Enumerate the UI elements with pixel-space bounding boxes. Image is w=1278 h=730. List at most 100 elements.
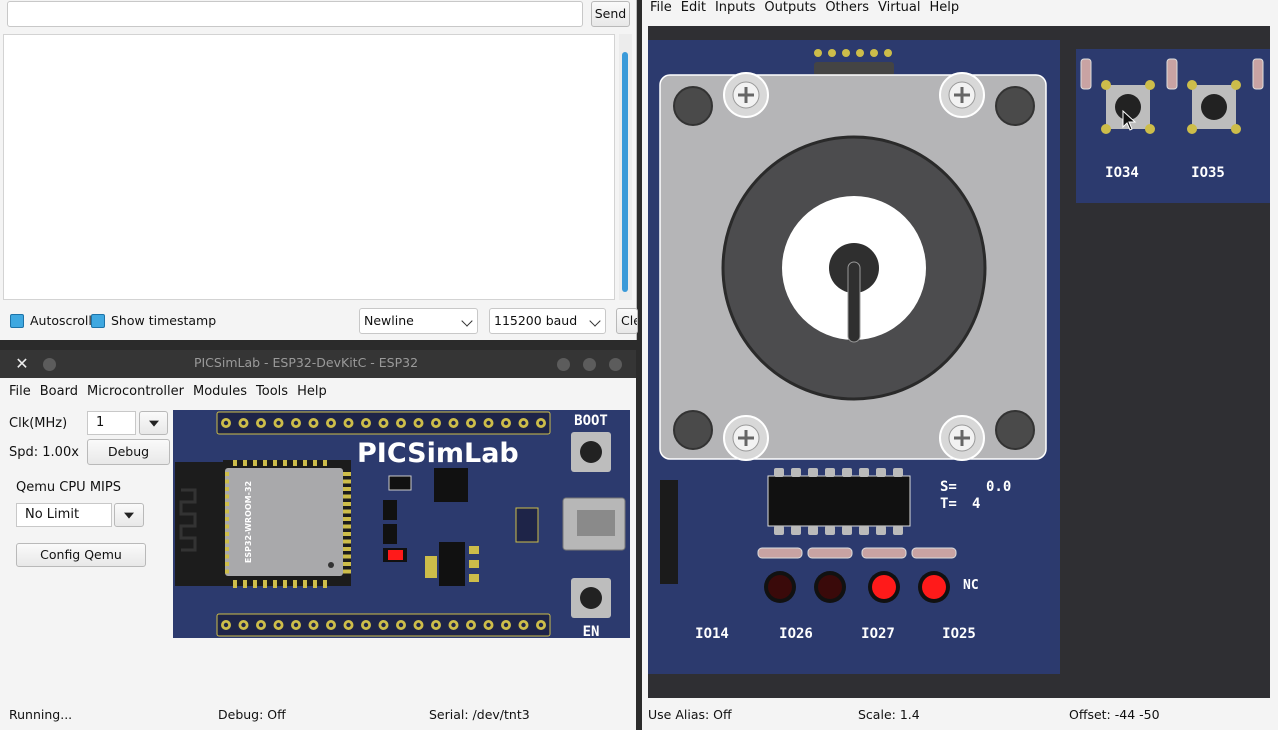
baud-rate-select[interactable]: 115200 baud <box>489 308 606 334</box>
module-pad <box>225 502 229 506</box>
usb-port <box>577 510 615 536</box>
led <box>872 575 896 599</box>
menu-microcontroller[interactable]: Microcontroller <box>87 384 184 399</box>
chip-pin <box>876 526 886 535</box>
module-pad <box>243 460 247 466</box>
side-connector <box>660 480 678 584</box>
module-pad <box>225 479 229 484</box>
pin-label: IO14 <box>695 626 729 642</box>
header-pin-hole <box>223 420 229 426</box>
line-ending-value: Newline <box>364 313 414 328</box>
menu-outputs[interactable]: Outputs <box>764 0 816 15</box>
module-pad <box>225 472 229 476</box>
maximize-icon[interactable] <box>583 358 596 371</box>
line-ending-select[interactable]: Newline <box>359 308 478 334</box>
esp32-devkitc-board[interactable]: ESP32-WROOM-32 PICSimLab BOOT EN <box>173 410 630 638</box>
menu-help[interactable]: Help <box>930 0 960 15</box>
close-dot-icon[interactable] <box>609 358 622 371</box>
power-led <box>388 550 403 560</box>
module-pad <box>343 547 351 551</box>
module-pad <box>343 509 351 514</box>
dropdown-arrow-icon <box>148 420 159 427</box>
pin1-dot <box>328 562 334 568</box>
status-running: Running... <box>9 707 73 722</box>
module-pad <box>343 479 351 484</box>
module-pad <box>343 554 351 559</box>
serial-output-area[interactable] <box>3 34 615 300</box>
header-pin-hole <box>311 420 316 426</box>
serial-scrollbar-thumb[interactable] <box>622 52 628 292</box>
status-serial: Serial: /dev/tnt3 <box>429 707 530 722</box>
menu-board[interactable]: Board <box>40 384 78 399</box>
menu-edit[interactable]: Edit <box>681 0 706 15</box>
menu-file[interactable]: File <box>9 384 31 399</box>
debug-button[interactable]: Debug <box>87 439 170 465</box>
module-pad <box>343 487 351 491</box>
header-pin-hole <box>293 622 299 628</box>
autoscroll-label: Autoscroll <box>30 313 92 328</box>
module-pad <box>313 580 317 588</box>
clock-input[interactable]: 1 <box>87 411 136 435</box>
speed-label: Spd: 1.00x <box>9 445 79 460</box>
menu-virtual[interactable]: Virtual <box>878 0 920 15</box>
pad <box>469 574 479 582</box>
serial-send-input[interactable] <box>7 1 583 27</box>
header-pin-hole <box>538 622 544 628</box>
send-button[interactable]: Send <box>591 1 630 27</box>
pad-array <box>515 507 539 543</box>
menu-modules[interactable]: Modules <box>193 384 247 399</box>
header-pin-hole <box>258 420 264 426</box>
motor-connector <box>814 62 894 76</box>
module-pad <box>253 580 257 588</box>
dropdown-arrow-icon <box>124 512 134 519</box>
menu-help[interactable]: Help <box>297 384 327 399</box>
module-pad <box>343 524 351 529</box>
chip-pin <box>876 468 886 477</box>
header-pin-hole <box>381 622 386 628</box>
chip-pin <box>774 526 784 535</box>
button-pin <box>1101 124 1111 134</box>
connector-pin <box>842 49 850 57</box>
module-pad <box>343 517 351 521</box>
baud-rate-value: 115200 baud <box>494 313 578 328</box>
nc-label: NC <box>963 578 979 593</box>
boot-label: BOOT <box>574 413 608 429</box>
button-pin <box>1187 124 1197 134</box>
header-pin-hole <box>328 622 334 628</box>
led <box>768 575 792 599</box>
resistor <box>807 547 853 559</box>
autoscroll-checkbox[interactable] <box>10 314 24 328</box>
mounting-hole <box>673 410 713 450</box>
mounting-hole <box>995 86 1035 126</box>
menu-tools[interactable]: Tools <box>256 384 288 399</box>
boot-button-cap[interactable] <box>580 441 602 463</box>
module-pad <box>263 580 267 588</box>
push-buttons-part[interactable]: IO34 IO35 <box>1076 49 1270 203</box>
chevron-down-icon <box>461 315 473 327</box>
header-pin-hole <box>503 622 509 628</box>
menu-file[interactable]: File <box>650 0 672 15</box>
clear-button[interactable]: Cle <box>616 308 638 334</box>
chip-pin <box>893 468 903 477</box>
module-pad <box>225 554 229 559</box>
header-pin-hole <box>468 420 474 426</box>
clock-dropdown-button[interactable] <box>139 411 168 435</box>
en-button-cap[interactable] <box>580 587 602 609</box>
qemu-mips-input[interactable]: No Limit <box>16 503 112 527</box>
menu-inputs[interactable]: Inputs <box>715 0 755 15</box>
stepper-motor-part[interactable]: S= 0.0 T= 4 NC IO14 IO26 IO27 IO25 <box>648 40 1060 674</box>
header-pin-hole <box>258 622 264 628</box>
header-pin-hole <box>433 420 439 426</box>
resistor <box>757 547 803 559</box>
shaft-indicator <box>847 261 861 343</box>
chip-pin <box>791 526 801 535</box>
menu-others[interactable]: Others <box>825 0 869 15</box>
qemu-mips-dropdown-button[interactable] <box>114 503 144 527</box>
header-pin-hole <box>328 420 334 426</box>
minimize-icon[interactable] <box>557 358 570 371</box>
config-qemu-button[interactable]: Config Qemu <box>16 543 146 567</box>
module-pad <box>233 580 237 588</box>
module-pad <box>225 547 229 551</box>
module-pad <box>343 502 351 506</box>
show-timestamp-checkbox[interactable] <box>91 314 105 328</box>
